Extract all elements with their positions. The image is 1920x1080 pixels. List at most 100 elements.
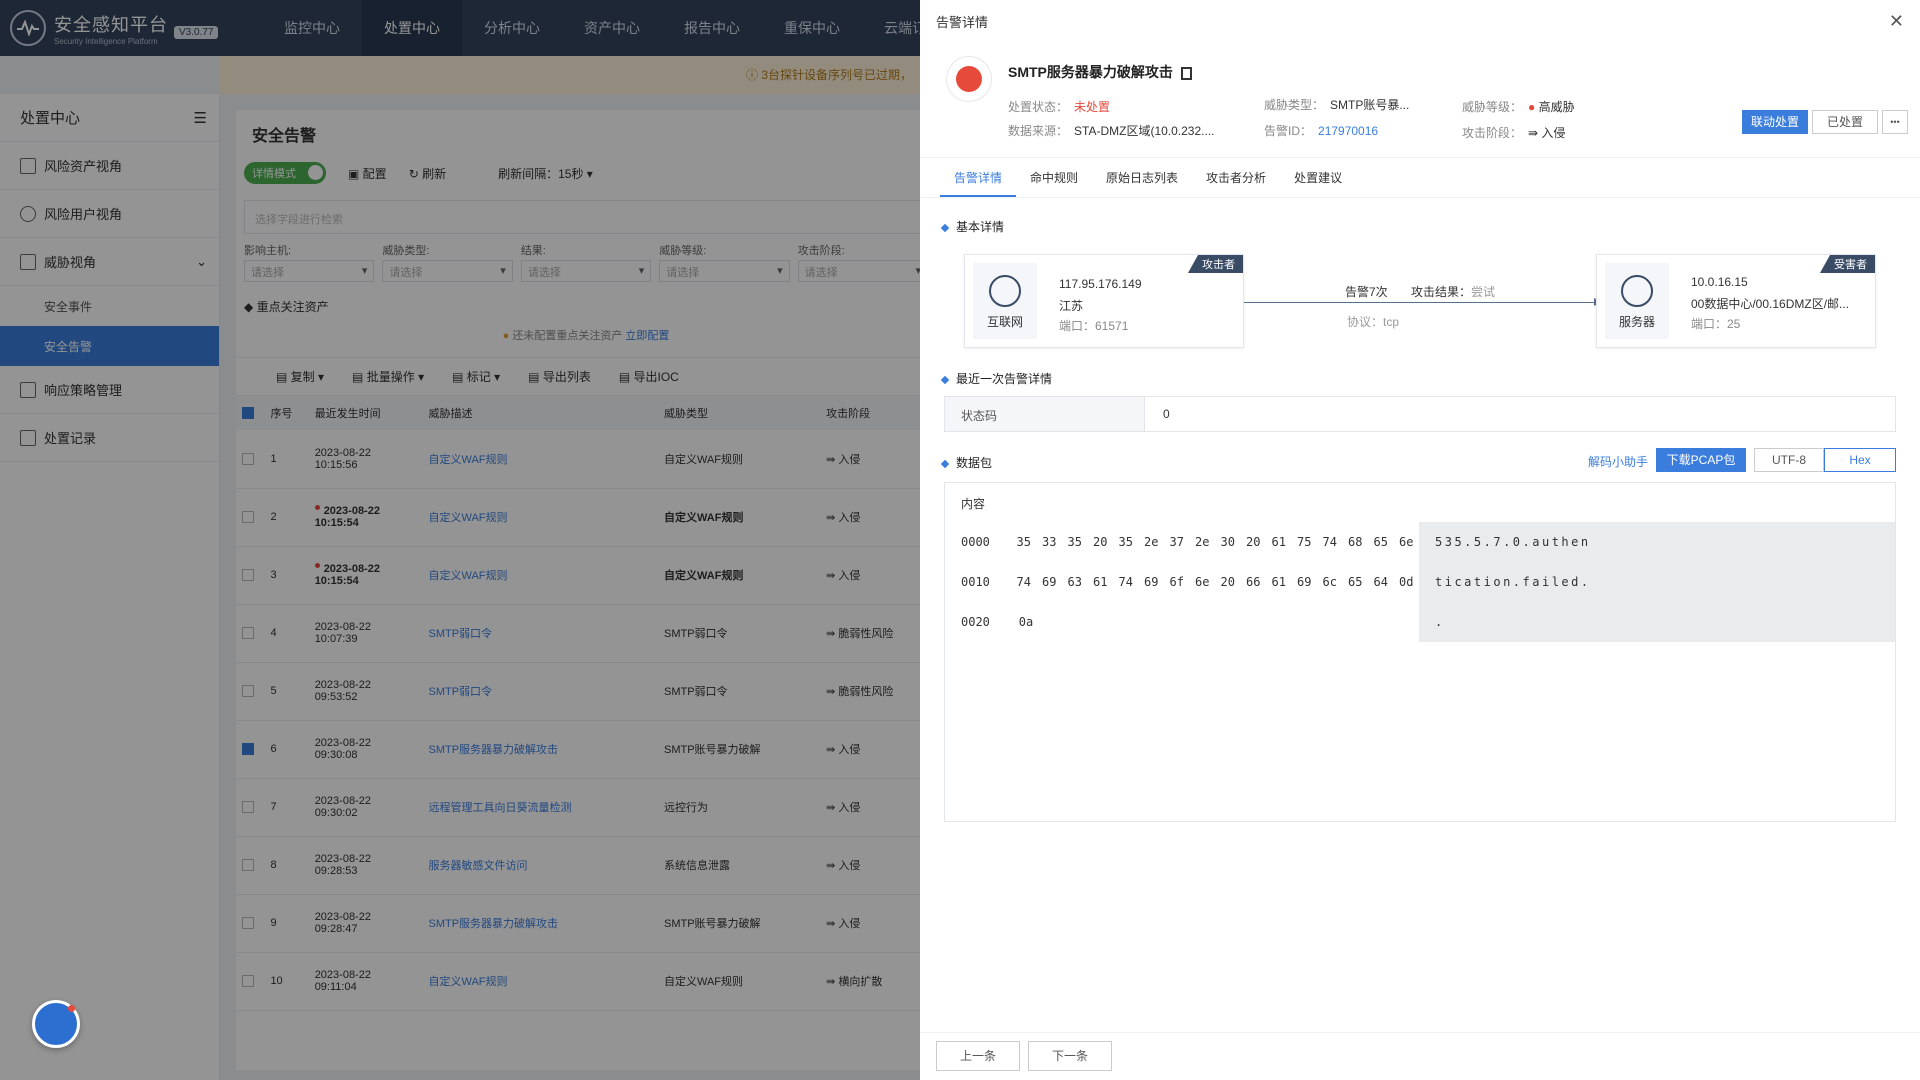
- internet-label: 互联网: [986, 315, 1023, 329]
- threat-type-value: SMTP账号暴...: [1330, 98, 1410, 112]
- hex-button[interactable]: Hex: [1824, 448, 1896, 472]
- alert-id-label: 告警ID：: [1264, 124, 1313, 138]
- hex-bytes: 0a: [1007, 602, 1419, 642]
- tab-4[interactable]: 处置建议: [1280, 158, 1356, 197]
- hex-byte: 74: [1118, 575, 1133, 589]
- hex-byte: 68: [1348, 535, 1363, 549]
- victim-location: 00数据中心/00.16DMZ区/邮...: [1691, 297, 1850, 311]
- recent-alert-title: 最近一次告警详情: [942, 370, 1052, 387]
- tab-2[interactable]: 原始日志列表: [1092, 158, 1192, 197]
- level-value: ● 高威胁: [1528, 100, 1575, 114]
- hex-byte: 35: [1067, 535, 1082, 549]
- hex-byte: 6e: [1195, 575, 1210, 589]
- hex-byte: 65: [1373, 535, 1388, 549]
- status-code-value: 0: [1163, 407, 1170, 421]
- hex-byte: 20: [1220, 575, 1235, 589]
- source-label: 数据来源：: [1008, 124, 1069, 138]
- stage-value: ⇛ 入侵: [1528, 126, 1565, 140]
- hex-byte: 61: [1271, 575, 1286, 589]
- hex-byte: 66: [1246, 575, 1261, 589]
- drawer-title: 告警详情: [936, 14, 989, 30]
- threat-type-label: 威胁类型：: [1264, 98, 1325, 112]
- victim-port: 端口：25: [1691, 317, 1741, 331]
- hex-byte: 75: [1297, 535, 1312, 549]
- internet-tile: 互联网: [973, 263, 1037, 339]
- drawer-footer: 上一条 下一条: [920, 1032, 1920, 1080]
- radiation-icon: [946, 56, 992, 102]
- detail-tabs: 告警详情 命中规则 原始日志列表 攻击者分析 处置建议: [920, 158, 1920, 198]
- server-tile: 服务器: [1605, 263, 1669, 339]
- alert-title: SMTP服务器暴力破解攻击: [1008, 62, 1192, 82]
- linked-response-button[interactable]: 联动处置: [1742, 110, 1808, 134]
- more-button[interactable]: •••: [1882, 110, 1908, 134]
- hex-byte: 74: [1016, 575, 1031, 589]
- high-threat-icon: ●: [1528, 100, 1536, 114]
- alert-id-value[interactable]: 217970016: [1318, 124, 1378, 138]
- hex-byte: 20: [1093, 535, 1108, 549]
- stage-label: 攻击阶段：: [1462, 126, 1523, 140]
- status-value: 未处置: [1074, 100, 1111, 114]
- hex-byte: 61: [1271, 535, 1286, 549]
- victim-node: 受害者 服务器 10.0.16.15 00数据中心/00.16DMZ区/邮...…: [1596, 254, 1876, 348]
- hex-byte: 61: [1093, 575, 1108, 589]
- tab-3[interactable]: 攻击者分析: [1192, 158, 1280, 197]
- packet-viewer: 内容 0000 35 33 35 20 35 2e 37 2e 30 20 61 75 74 68 65 6e 5…: [944, 482, 1896, 822]
- hex-byte: 2e: [1195, 535, 1210, 549]
- modal-overlay[interactable]: [0, 0, 920, 1080]
- stage-field: 攻击阶段： ⇛ 入侵: [1462, 124, 1565, 141]
- next-button[interactable]: 下一条: [1028, 1041, 1112, 1071]
- hex-bytes: 74 69 63 61 74 69 6f 6e 20 66 61 69 6c 65 64 0d: [1007, 562, 1419, 602]
- hex-byte: 2e: [1144, 535, 1159, 549]
- hex-byte: 6e: [1399, 535, 1414, 549]
- intrusion-icon: ⇛: [1528, 126, 1539, 140]
- attacker-ip[interactable]: 117.95.176.149: [1059, 277, 1142, 291]
- hex-ascii: 535.5.7.0.authen: [1435, 535, 1591, 549]
- chat-button[interactable]: [32, 1000, 80, 1048]
- prev-button[interactable]: 上一条: [936, 1041, 1020, 1071]
- alert-summary: SMTP服务器暴力破解攻击 处置状态： 未处置 数据来源： STA-DMZ区域(10…: [920, 42, 1920, 158]
- hex-ascii: tication.failed.: [1435, 575, 1591, 589]
- server-label: 服务器: [1618, 315, 1655, 329]
- hex-offset: 0010: [945, 562, 1007, 602]
- victim-tag: 受害者: [1820, 255, 1875, 273]
- utf8-button[interactable]: UTF-8: [1754, 448, 1824, 472]
- threat-type-field: 威胁类型： SMTP账号暴...: [1264, 96, 1409, 113]
- hex-offset: 0000: [945, 522, 1007, 562]
- protocol-label: 协议：tcp: [1347, 315, 1400, 329]
- hex-row: 0020 0a.: [945, 602, 1445, 642]
- hex-byte: 6c: [1322, 575, 1337, 589]
- document-icon[interactable]: [1180, 66, 1192, 80]
- packet-content-header: 内容: [961, 497, 986, 511]
- download-pcap-button[interactable]: 下载PCAP包: [1656, 448, 1746, 472]
- close-icon[interactable]: ✕: [1889, 11, 1904, 32]
- drawer-header: 告警详情 ✕: [920, 0, 1920, 42]
- hex-byte: 0d: [1399, 575, 1414, 589]
- hex-byte: 35: [1118, 535, 1133, 549]
- handled-button[interactable]: 已处置: [1812, 110, 1878, 134]
- victim-ip[interactable]: 10.0.16.15: [1691, 275, 1748, 289]
- globe-icon: [989, 275, 1021, 307]
- tab-1[interactable]: 命中规则: [1016, 158, 1092, 197]
- hex-byte: 33: [1042, 535, 1057, 549]
- hex-byte: 0a: [1018, 615, 1034, 629]
- decode-helper-link[interactable]: 解码小助手: [1588, 453, 1648, 470]
- alert-id-field: 告警ID： 217970016: [1264, 122, 1378, 139]
- hex-ascii: .: [1435, 615, 1445, 629]
- attacker-region: 江苏: [1059, 299, 1084, 313]
- level-label: 威胁等级：: [1462, 100, 1523, 114]
- hex-byte: 30: [1220, 535, 1235, 549]
- stage-text: 入侵: [1541, 126, 1566, 140]
- hex-bytes: 35 33 35 20 35 2e 37 2e 30 20 61 75 74 68 65 6e: [1007, 522, 1419, 562]
- attacker-port: 端口：61571: [1059, 319, 1129, 333]
- hex-byte: 65: [1348, 575, 1363, 589]
- hex-dump: 0000 35 33 35 20 35 2e 37 2e 30 20 61 75 74 68 65 6e 535.…: [945, 522, 1895, 642]
- hex-byte: 20: [1246, 535, 1261, 549]
- hex-byte: 35: [1016, 535, 1031, 549]
- tab-0[interactable]: 告警详情: [940, 158, 1017, 197]
- level-text: 高威胁: [1538, 100, 1575, 114]
- basic-details-title: 基本详情: [942, 218, 1004, 235]
- status-field: 处置状态： 未处置: [1008, 98, 1110, 115]
- attack-arrow: [1244, 302, 1594, 303]
- attacker-node: 攻击者 互联网 117.95.176.149 江苏 端口：61571: [964, 254, 1244, 348]
- source-value: STA-DMZ区域(10.0.232....: [1074, 124, 1215, 138]
